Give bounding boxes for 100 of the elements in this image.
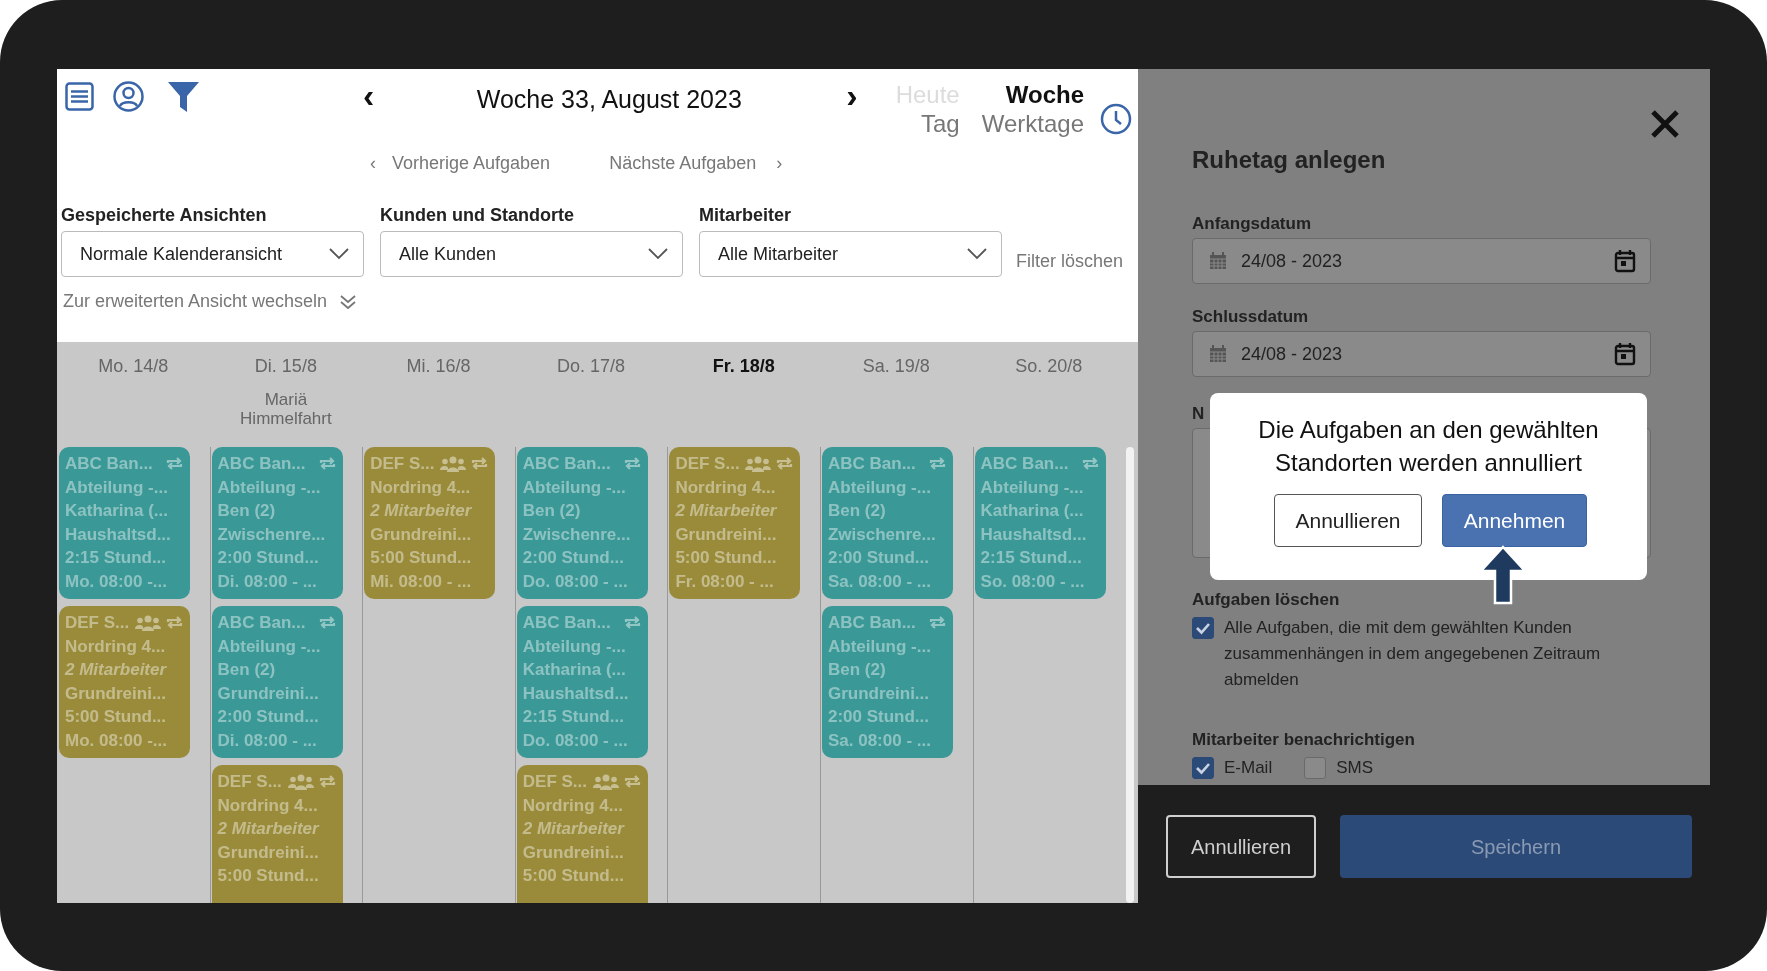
date-field[interactable]: 24/08 - 2023 xyxy=(1192,331,1651,377)
section-label: Aufgaben löschen xyxy=(1192,589,1341,611)
task-detail: 5:00 Stund... xyxy=(370,547,473,570)
task-detail: Ben (2) xyxy=(522,500,582,523)
task-detail: Abteilung -... xyxy=(827,476,932,499)
checkbox[interactable] xyxy=(1304,757,1327,779)
task-title: DEF S... xyxy=(217,771,282,793)
dropdown[interactable]: Alle Kunden xyxy=(380,231,683,277)
day-label: Do. 17/8 xyxy=(556,355,627,377)
day-label: Mi. 16/8 xyxy=(405,355,472,377)
task-detail: Ben (2) xyxy=(217,500,277,523)
user-icon[interactable] xyxy=(113,80,144,113)
task-detail: Sa. 08:00 - ... xyxy=(827,570,932,593)
task-detail: Zwischenre... xyxy=(217,523,327,546)
filter-label: Mitarbeiter xyxy=(699,204,793,226)
view-tab[interactable]: Tag xyxy=(895,109,960,138)
task-detail: Zwischenre... xyxy=(827,523,937,546)
next-week-button[interactable]: › xyxy=(846,80,858,110)
task-detail: 2:15 Stund... xyxy=(980,547,1083,570)
next-tasks-link[interactable]: Nächste Aufgaben xyxy=(609,149,757,177)
task-detail: Abteilung -... xyxy=(522,476,627,499)
cancel-button[interactable]: Annullieren xyxy=(1166,815,1316,878)
repeat-icon xyxy=(317,774,337,790)
task-detail: Katharina (... xyxy=(522,659,627,682)
task-detail: Ben (2) xyxy=(827,500,887,523)
task-detail: 5:00 Stund... xyxy=(675,547,778,570)
close-icon[interactable] xyxy=(1650,109,1680,139)
task-detail: Grundreini... xyxy=(827,682,931,705)
filter-icon[interactable] xyxy=(167,80,200,113)
dialog-message: Die Aufgaben an den gewählten Standorten werden annulliert xyxy=(1257,415,1600,478)
chevron-down-icon xyxy=(648,248,668,260)
calendar-icon[interactable] xyxy=(1614,342,1636,366)
task-detail: Grundreini... xyxy=(217,682,320,705)
previous-tasks-link[interactable]: Vorherige Aufgaben xyxy=(392,149,551,177)
day-label: Fr. 18/8 xyxy=(711,355,776,377)
accept-button[interactable]: Annehmen xyxy=(1442,494,1587,547)
task-detail: Abteilung -... xyxy=(217,635,322,658)
task-detail: Nordring 4... xyxy=(217,794,319,817)
task-detail: Haushaltsd... xyxy=(980,523,1088,546)
notes-label: N xyxy=(1192,403,1206,425)
task-detail: Di. 08:00 - ... xyxy=(217,570,318,593)
task-detail: 5:00 Stund... xyxy=(217,865,320,888)
scrollbar[interactable] xyxy=(1126,447,1134,903)
task-detail: Grundreini... xyxy=(522,841,625,864)
dropdown[interactable]: Alle Mitarbeiter xyxy=(699,231,1002,277)
task-detail: Do. 08:00 - ... xyxy=(522,570,629,593)
task-title: DEF S... xyxy=(522,771,587,793)
cancel-button[interactable]: Annullieren xyxy=(1274,494,1422,547)
view-tab[interactable]: Woche xyxy=(981,80,1084,109)
checkbox[interactable] xyxy=(1192,757,1214,779)
task-title: DEF S... xyxy=(370,453,435,475)
filter-label: Kunden und Standorte xyxy=(380,204,575,226)
calendar-icon[interactable] xyxy=(1614,249,1636,273)
repeat-icon xyxy=(165,615,184,631)
repeat-icon xyxy=(165,456,184,472)
task-detail: 2 Mitarbeiter xyxy=(65,659,168,682)
task-detail: Nordring 4... xyxy=(675,476,777,499)
checkbox-label: E-Mail xyxy=(1224,757,1273,779)
task-title: ABC Ban... xyxy=(65,453,153,475)
holiday-label: Mariä Himmelfahrt xyxy=(239,390,333,428)
clock-icon[interactable] xyxy=(1100,103,1132,135)
task-detail: Abteilung -... xyxy=(65,476,169,499)
clear-filters-link[interactable]: Filter löschen xyxy=(1016,248,1124,275)
expand-view-link[interactable]: Zur erweiterten Ansicht wechseln xyxy=(63,288,328,315)
dropdown[interactable]: Normale Kalenderansicht xyxy=(61,231,364,277)
task-detail: Ben (2) xyxy=(827,659,887,682)
task-detail: 2:15 Stund... xyxy=(65,547,168,570)
task-detail: Nordring 4... xyxy=(370,476,472,499)
task-detail: 5:00 Stund... xyxy=(522,865,625,888)
task-detail: Fr. 08:00 - ... xyxy=(675,570,775,593)
task-title: ABC Ban... xyxy=(217,612,306,634)
task-detail: Mo. 08:00 -... xyxy=(65,570,169,593)
date-field[interactable]: 24/08 - 2023 xyxy=(1192,238,1651,284)
view-tab[interactable]: Werktage xyxy=(981,109,1084,138)
repeat-icon xyxy=(317,456,337,472)
chevron-down-icon xyxy=(967,248,987,260)
previous-week-button[interactable]: ‹ xyxy=(363,80,375,110)
task-detail: Sa. 08:00 - ... xyxy=(827,729,932,752)
people-icon xyxy=(287,773,314,790)
task-title: ABC Ban... xyxy=(827,453,916,475)
task-title: DEF S... xyxy=(65,612,130,634)
save-button[interactable]: Speichern xyxy=(1340,815,1692,878)
task-detail: Abteilung -... xyxy=(522,635,627,658)
task-detail: Katharina (... xyxy=(980,500,1085,523)
task-detail: 2:00 Stund... xyxy=(827,547,931,570)
repeat-icon xyxy=(622,615,642,631)
chevron-down-icon xyxy=(329,248,349,260)
people-icon xyxy=(135,614,161,631)
task-detail: 2 Mitarbeiter xyxy=(370,500,473,523)
double-chevron-icon[interactable] xyxy=(339,293,358,310)
filter-label: Gespeicherte Ansichten xyxy=(61,204,268,226)
menu-icon[interactable] xyxy=(65,80,94,113)
task-title: ABC Ban... xyxy=(217,453,306,475)
task-detail: Abteilung -... xyxy=(980,476,1085,499)
task-detail: Nordring 4... xyxy=(65,635,167,658)
task-title: ABC Ban... xyxy=(827,612,916,634)
checkbox[interactable] xyxy=(1192,617,1214,639)
task-detail: Katharina (... xyxy=(65,500,169,523)
checkmark-icon xyxy=(1195,621,1211,635)
people-icon xyxy=(592,773,619,790)
